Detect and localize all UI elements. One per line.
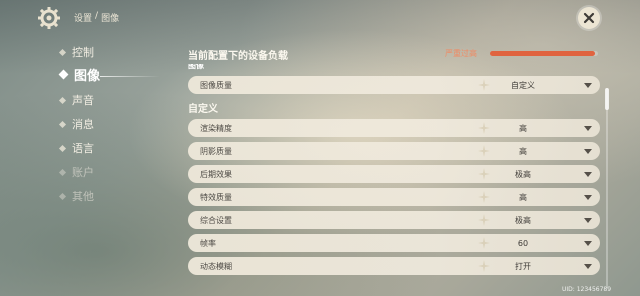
sidebar-item-label: 语言: [72, 142, 94, 155]
diamond-bullet-icon: [58, 48, 67, 56]
setting-label: 阴影质量: [200, 146, 232, 156]
sidebar-item-label: 消息: [72, 118, 94, 131]
section-header-graphics: 图像: [188, 64, 204, 70]
chevron-down-icon[interactable]: [584, 149, 592, 154]
chevron-down-icon[interactable]: [584, 195, 592, 200]
sidebar-item-account[interactable]: 账户: [58, 162, 94, 182]
diamond-bullet-icon: [58, 192, 67, 200]
section-header-custom: 自定义: [188, 104, 218, 115]
setting-label: 帧率: [200, 238, 216, 248]
chevron-down-icon[interactable]: [584, 83, 592, 88]
chevron-down-icon[interactable]: [584, 241, 592, 246]
setting-value: 打开: [515, 261, 531, 271]
setting-row-shadow-quality[interactable]: 阴影质量 高: [188, 142, 600, 160]
diamond-bullet-icon: [58, 69, 69, 79]
top-bar: 设置 / 图像: [0, 0, 640, 34]
breadcrumb-separator: /: [95, 11, 99, 21]
close-button[interactable]: [578, 7, 600, 29]
setting-label: 综合设置: [200, 215, 232, 225]
setting-label: 渲染精度: [200, 123, 232, 133]
setting-row-render-resolution[interactable]: 渲染精度 高: [188, 119, 600, 137]
breadcrumb-current: 图像: [101, 14, 120, 24]
setting-value: 高: [519, 146, 527, 156]
setting-label: 图像质量: [200, 80, 232, 90]
setting-row-overall-settings[interactable]: 综合设置 极高: [188, 211, 600, 229]
chevron-down-icon[interactable]: [584, 264, 592, 269]
device-load-status: 严重过高: [445, 49, 477, 58]
sidebar-item-label: 其他: [72, 190, 94, 203]
breadcrumb: 设置 / 图像: [74, 11, 119, 24]
gear-icon: [38, 7, 60, 29]
setting-row-graphics-quality[interactable]: 图像质量 自定义: [188, 76, 600, 94]
setting-row-post-processing[interactable]: 后期效果 极高: [188, 165, 600, 183]
setting-label: 后期效果: [200, 169, 232, 179]
setting-label: 特效质量: [200, 192, 232, 202]
chevron-down-icon[interactable]: [584, 172, 592, 177]
sidebar-item-controls[interactable]: 控制: [58, 42, 94, 62]
setting-row-motion-blur[interactable]: 动态模糊 打开: [188, 257, 600, 275]
diamond-bullet-icon: [58, 144, 67, 152]
diamond-bullet-icon: [58, 96, 67, 104]
scrollbar-track[interactable]: [606, 88, 608, 288]
device-load-title: 当前配置下的设备负载: [188, 51, 288, 62]
close-icon: [583, 12, 595, 24]
diamond-bullet-icon: [58, 168, 67, 176]
sidebar-item-audio[interactable]: 声音: [58, 90, 94, 110]
sidebar-item-graphics[interactable]: 图像: [58, 64, 101, 84]
setting-label: 动态模糊: [200, 261, 232, 271]
chevron-down-icon[interactable]: [584, 126, 592, 131]
chevron-down-icon[interactable]: [584, 218, 592, 223]
sidebar-item-label: 图像: [74, 68, 101, 84]
setting-value: 自定义: [511, 80, 535, 90]
sidebar-item-other[interactable]: 其他: [58, 186, 94, 206]
setting-value: 极高: [515, 215, 531, 225]
device-load-fill: [490, 51, 595, 56]
sidebar-item-label: 控制: [72, 46, 94, 59]
sidebar-item-label: 声音: [72, 94, 94, 107]
active-nav-indicator: [100, 76, 160, 77]
setting-row-effects-quality[interactable]: 特效质量 高: [188, 188, 600, 206]
sidebar-item-language[interactable]: 语言: [58, 138, 94, 158]
scrollbar-thumb[interactable]: [605, 88, 609, 110]
setting-row-frame-rate[interactable]: 帧率 60: [188, 234, 600, 252]
settings-list: 图像 图像质量 自定义 自定义 渲染精度 高 阴影质量 高 后期效果 极高 特效…: [180, 64, 610, 296]
diamond-bullet-icon: [58, 120, 67, 128]
device-load-bar: [490, 51, 598, 56]
setting-value: 高: [519, 192, 527, 202]
uid-label: UID: 123456789: [562, 286, 612, 293]
sidebar-item-notifications[interactable]: 消息: [58, 114, 94, 134]
setting-value: 极高: [515, 169, 531, 179]
setting-value: 60: [517, 238, 529, 248]
breadcrumb-root: 设置: [74, 14, 93, 24]
setting-value: 高: [519, 123, 527, 133]
sidebar-item-label: 账户: [72, 166, 94, 179]
